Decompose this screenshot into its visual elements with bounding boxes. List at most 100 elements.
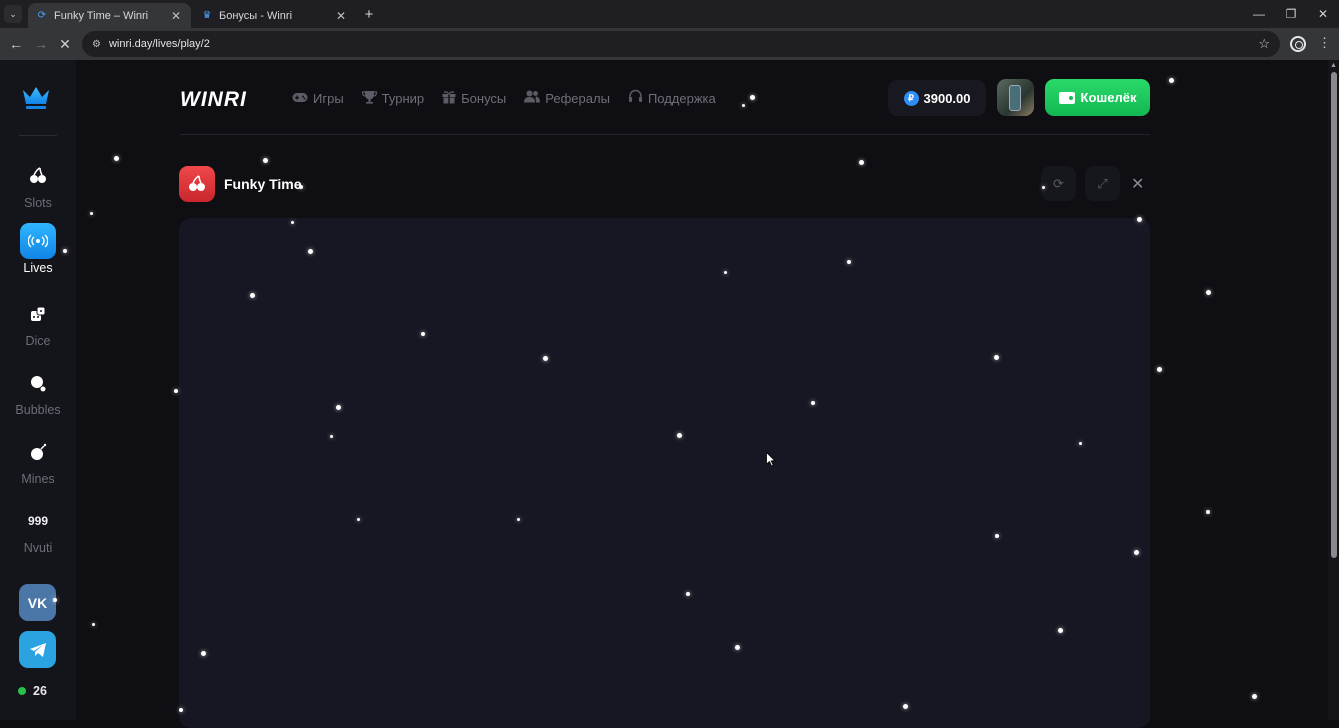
game-title: Funky Time — [224, 176, 302, 192]
bookmark-star-icon[interactable]: ☆ — [1258, 36, 1270, 52]
snowflake — [356, 517, 360, 521]
nav-item-label: Игры — [313, 90, 344, 106]
snowflake — [113, 155, 119, 161]
tab-close-icon[interactable]: ✕ — [334, 9, 348, 23]
nav-item-support[interactable]: Поддержка — [628, 88, 716, 108]
sidebar-item-label: Nvuti — [23, 541, 53, 555]
main-nav: Игры Турнир Бонусы Рефералы Поддержка — [292, 88, 716, 108]
stop-loading-icon[interactable]: ✕ — [55, 34, 75, 54]
snowflake — [63, 249, 67, 253]
dice-icon — [20, 296, 56, 332]
minimize-icon[interactable]: — — [1244, 4, 1274, 24]
nvuti-icon: 999 — [27, 514, 49, 528]
crown-logo-icon[interactable] — [21, 84, 51, 110]
scrollbar-thumb[interactable] — [1331, 72, 1337, 558]
back-icon[interactable]: ← — [6, 34, 26, 54]
snowflake — [1133, 549, 1139, 555]
ruble-coin-icon: ₽ — [903, 90, 919, 106]
balance-amount: 3900.00 — [923, 90, 971, 106]
snowflake — [307, 248, 313, 254]
fullscreen-button[interactable]: ⤢ — [1085, 166, 1120, 201]
nav-item-label: Бонусы — [461, 90, 507, 106]
gift-icon — [442, 90, 456, 107]
snowflake — [847, 260, 851, 264]
snowflake — [993, 354, 999, 360]
snowflake — [811, 401, 815, 405]
nav-item-referrals[interactable]: Рефералы — [524, 88, 610, 108]
url-text: winri.day/lives/play/2 — [108, 38, 210, 50]
expand-icon: ⤢ — [1097, 175, 1108, 191]
snowflake — [421, 332, 425, 336]
brand-logo[interactable]: WINRI — [180, 88, 247, 112]
snowflake — [89, 211, 93, 215]
avatar[interactable] — [997, 79, 1034, 116]
sidebar-item-nvuti[interactable]: 999 Nvuti — [0, 503, 76, 561]
snowflake — [290, 220, 294, 224]
page: Slots Lives Dice Bubbles Mines 999 Nvuti… — [0, 60, 1339, 728]
tab-close-icon[interactable]: ✕ — [169, 9, 183, 23]
vk-button[interactable]: VK — [19, 584, 56, 621]
site-info-icon[interactable]: ⚙ — [92, 39, 101, 50]
sidebar-item-label: Bubbles — [15, 403, 61, 417]
bubbles-icon — [20, 365, 56, 401]
snowflake — [995, 534, 999, 538]
restore-icon[interactable]: ❐ — [1276, 4, 1306, 24]
sidebar-item-label: Dice — [25, 334, 51, 348]
snowflake — [902, 703, 908, 709]
broadcast-icon — [20, 223, 56, 259]
sidebar-item-dice[interactable]: Dice — [0, 296, 76, 354]
gamepad-icon — [292, 91, 308, 106]
profile-icon[interactable] — [1290, 36, 1306, 52]
snowflake — [741, 103, 745, 107]
sidebar-divider — [19, 135, 57, 136]
reload-game-button[interactable]: ⟳ — [1041, 166, 1076, 201]
snowflake — [676, 432, 682, 438]
nav-item-tournament[interactable]: Турнир — [361, 88, 424, 108]
browser-tab[interactable]: ♛ Бонусы - Winri ✕ — [193, 3, 356, 28]
nav-item-games[interactable]: Игры — [292, 88, 344, 108]
users-icon — [524, 90, 541, 106]
sidebar-item-slots[interactable]: Slots — [0, 158, 76, 216]
window-close-icon[interactable]: ✕ — [1308, 4, 1338, 24]
wallet-button[interactable]: Кошелёк — [1045, 79, 1150, 116]
address-bar[interactable]: ⚙ winri.day/lives/play/2 ☆ — [82, 31, 1280, 57]
snowflake — [335, 404, 341, 410]
snowflake — [723, 270, 727, 274]
sidebar-item-label: Lives — [23, 261, 53, 275]
snowflake — [329, 434, 333, 438]
sidebar-item-label: Mines — [21, 472, 55, 486]
sidebar-item-mines[interactable]: Mines — [0, 434, 76, 492]
snowflake — [179, 708, 183, 712]
telegram-button[interactable] — [19, 631, 56, 668]
snowflake — [200, 650, 206, 656]
new-tab-button[interactable]: + — [360, 5, 378, 23]
tab-title: Бонусы - Winri — [219, 9, 293, 22]
browser-menu-icon[interactable]: ⋮ — [1318, 35, 1331, 51]
sidebar-item-label: Slots — [24, 196, 52, 210]
nav-item-bonuses[interactable]: Бонусы — [442, 88, 506, 108]
refresh-icon: ⟳ — [1053, 175, 1064, 191]
sidebar-item-bubbles[interactable]: Bubbles — [0, 365, 76, 423]
nav-item-label: Поддержка — [647, 90, 716, 106]
balance-display[interactable]: ₽ 3900.00 — [888, 80, 986, 116]
browser-tab-active[interactable]: ⟳ Funky Time – Winri ✕ — [28, 3, 191, 28]
snowflake — [516, 517, 520, 521]
snowflake — [1206, 510, 1210, 514]
favicon-icon: ⟳ — [37, 10, 47, 21]
forward-icon[interactable]: → — [31, 34, 51, 54]
snowflake — [249, 292, 255, 298]
bomb-icon — [20, 434, 56, 470]
snowflake — [686, 592, 690, 596]
scroll-up-icon[interactable]: ▲ — [1330, 62, 1337, 69]
sidebar: Slots Lives Dice Bubbles Mines 999 Nvuti… — [0, 60, 76, 720]
wallet-icon — [1058, 91, 1075, 104]
snowflake — [262, 157, 268, 163]
snowflake — [53, 598, 57, 602]
online-count: 26 — [33, 684, 47, 698]
close-game-icon[interactable]: ✕ — [1131, 174, 1144, 194]
cherries-icon — [179, 166, 215, 202]
tab-search-icon[interactable]: ⌄ — [4, 5, 22, 23]
snowflake — [1251, 693, 1257, 699]
game-frame[interactable] — [179, 218, 1150, 728]
favicon-icon: ♛ — [202, 10, 212, 21]
